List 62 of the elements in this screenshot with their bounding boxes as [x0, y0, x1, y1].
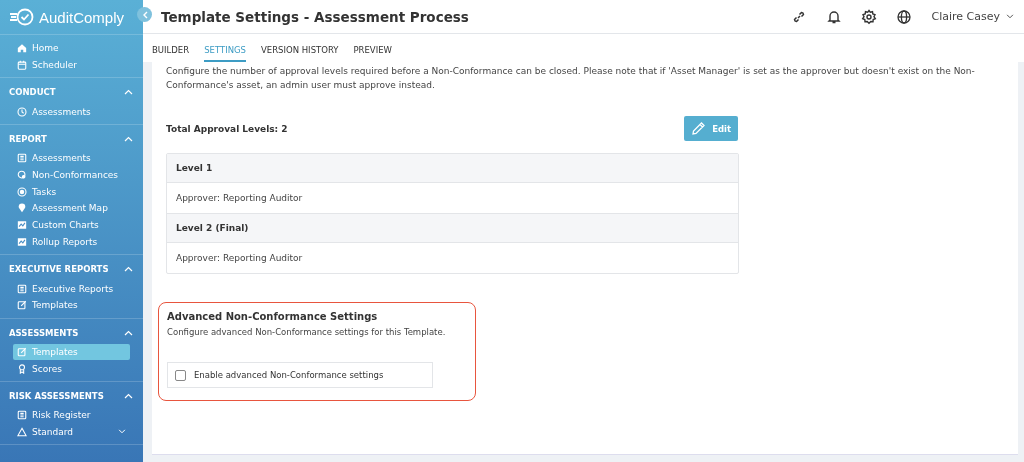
calendar-icon	[17, 60, 27, 71]
sidebar-item[interactable]: Custom Charts	[13, 216, 130, 234]
edit-button[interactable]: Edit	[684, 116, 738, 141]
map-pin-icon	[17, 203, 27, 214]
sidebar-item[interactable]: Templates	[13, 343, 130, 361]
enable-advanced-checkbox[interactable]: Enable advanced Non-Conformance settings	[167, 362, 433, 388]
document-icon	[17, 153, 27, 164]
chevron-icon	[118, 429, 126, 435]
home-icon	[17, 43, 27, 54]
section-header[interactable]: REPORT	[0, 130, 143, 151]
circle-icon	[17, 186, 27, 197]
total-approval-levels: Total Approval Levels: 2	[166, 123, 288, 134]
page-title: Template Settings - Assessment Process	[161, 8, 469, 25]
sidebar-item[interactable]: Assessment Map	[13, 200, 130, 217]
sidebar-item[interactable]: Standard	[13, 423, 130, 441]
sidebar-item[interactable]: Executive Reports	[13, 280, 130, 297]
edit-icon	[17, 346, 27, 357]
clock-icon	[17, 106, 27, 117]
globe-icon[interactable]	[896, 8, 913, 25]
sidebar-item[interactable]: Scores	[13, 360, 130, 377]
advanced-settings-description: Configure advanced Non-Conformance settings for this Template.	[167, 327, 447, 337]
section-header[interactable]: RISK ASSESSMENTS	[0, 386, 143, 407]
chevron-icon	[124, 266, 133, 273]
brand-name: AuditComply	[39, 8, 125, 26]
sidebar-item[interactable]: Tasks	[13, 183, 130, 201]
sidebar-item[interactable]: Rollup Reports	[13, 233, 130, 251]
document-icon	[17, 410, 27, 421]
user-menu[interactable]: Claire Casey	[931, 10, 1014, 23]
pencil-icon	[691, 121, 707, 136]
bell-icon[interactable]	[826, 8, 843, 25]
section-header[interactable]: EXECUTIVE REPORTS	[0, 260, 143, 281]
tab[interactable]: BUILDER	[152, 45, 190, 62]
edit-icon	[17, 300, 27, 311]
chevron-icon	[124, 392, 133, 399]
document-icon	[17, 283, 27, 294]
section-header[interactable]: ASSESSMENTS	[0, 323, 143, 344]
sidebar-item[interactable]: Risk Register	[13, 406, 130, 424]
sidebar-item[interactable]: Assessments	[13, 150, 130, 167]
checkmark-logo-icon	[9, 8, 35, 26]
sidebar-item[interactable]: Templates	[13, 296, 130, 314]
tab[interactable]: VERSION HISTORY	[261, 45, 339, 62]
chevron-icon	[124, 329, 133, 336]
sidebar-item[interactable]: Non-Conformances	[13, 166, 130, 184]
sidebar-item[interactable]: Scheduler	[13, 56, 130, 74]
section-header[interactable]: CONDUCT	[0, 83, 143, 104]
chart-icon	[17, 236, 27, 247]
tab[interactable]: PREVIEW	[353, 45, 392, 62]
chevron-left-icon	[141, 10, 148, 19]
sidebar-item[interactable]: Home	[13, 40, 130, 57]
advanced-settings-title: Advanced Non-Conformance Settings	[167, 311, 379, 322]
level-header: Level 2 (Final)	[167, 214, 738, 243]
level-approver: Approver: Reporting Auditor	[175, 252, 304, 265]
approval-description: Configure the number of approval levels required before a Non-Conformance can be closed. Please note that if 'Asset Manager' is set as the approver but doesn't exist on the Non-Conformance's asset, an admin user must approve instead.	[166, 65, 976, 92]
warning-icon	[17, 426, 27, 437]
chevron-icon	[1006, 14, 1014, 19]
chevron-icon	[124, 136, 133, 143]
settings-icon[interactable]	[861, 8, 878, 25]
chevron-icon	[124, 89, 133, 96]
level-header: Level 1	[167, 154, 738, 183]
chart-icon	[17, 220, 27, 231]
ribbon-icon	[17, 363, 27, 374]
sidebar-item[interactable]: Assessments	[13, 103, 130, 121]
